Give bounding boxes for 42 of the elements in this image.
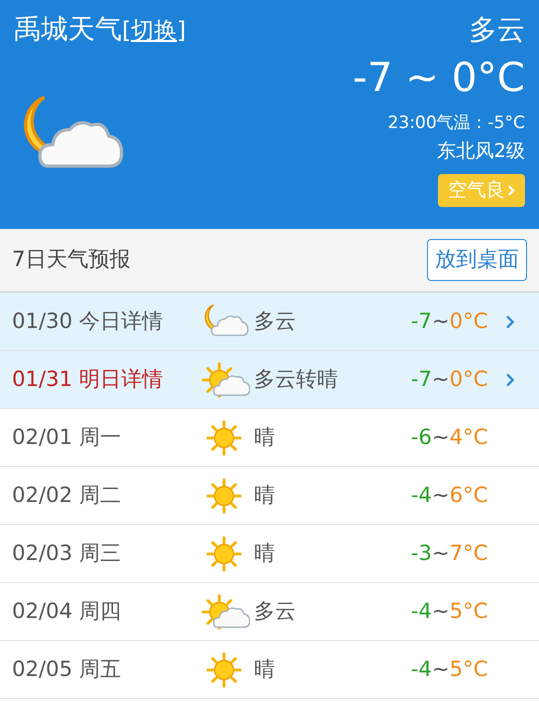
sun-icon <box>206 536 242 572</box>
sun-icon <box>206 478 242 514</box>
condition-text: 多云 <box>254 598 297 625</box>
sun-cloud-icon <box>202 594 250 630</box>
moon-cloud-icon <box>204 304 249 336</box>
chevron-icon <box>506 314 515 328</box>
add-to-desktop-button[interactable]: 放到桌面 <box>427 239 527 281</box>
sun-icon <box>206 420 242 456</box>
condition-text: 多云 <box>469 12 525 48</box>
condition-text: 多云转晴 <box>254 366 339 393</box>
city-title: 禹城天气 <box>14 13 122 47</box>
temperature-range: -4~5°C <box>410 656 488 683</box>
chevron-icon <box>506 372 515 386</box>
temperature-range: -7 ~ 0°C <box>352 54 525 103</box>
date-label: 02/01 周一 <box>11 424 122 451</box>
date-label: 02/05 周五 <box>11 656 122 683</box>
temperature-range: -7~0°C <box>410 308 488 335</box>
date-label: 02/04 周四 <box>11 598 122 625</box>
date-label: 02/02 周二 <box>11 482 122 509</box>
moon-cloud-icon <box>24 95 124 168</box>
date-label: 01/30 今日详情 <box>11 308 164 335</box>
temperature-range: -6~4°C <box>410 424 488 451</box>
temperature-range: -4~6°C <box>410 482 488 509</box>
condition-text: 晴 <box>254 656 276 683</box>
forecast-title: 7日天气预报 <box>12 246 130 274</box>
forecast-detail-row[interactable]: 01/30 今日详情 多云 -7~0°C <box>0 293 539 351</box>
condition-text: 晴 <box>254 482 276 509</box>
temperature-range: -7~0°C <box>410 366 488 393</box>
sun-icon <box>206 652 242 688</box>
date-label: 02/03 周三 <box>11 540 122 567</box>
temperature-range: -4~5°C <box>410 598 488 625</box>
condition-text: 多云 <box>254 308 297 335</box>
wind-text: 东北风2级 <box>436 139 525 164</box>
forecast-detail-row[interactable]: 01/31 明日详情 多云转晴 -7~0°C <box>0 351 539 409</box>
sun-cloud-icon <box>202 362 250 398</box>
temperature-range: -3~7°C <box>410 540 488 567</box>
date-label: 01/31 明日详情 <box>11 366 164 393</box>
current-temperature: 23:00气温：-5°C <box>388 112 525 135</box>
chevron-icon <box>508 185 515 196</box>
condition-text: 晴 <box>254 424 276 451</box>
switch-link[interactable]: [切换] <box>122 14 186 48</box>
condition-text: 晴 <box>254 540 276 567</box>
